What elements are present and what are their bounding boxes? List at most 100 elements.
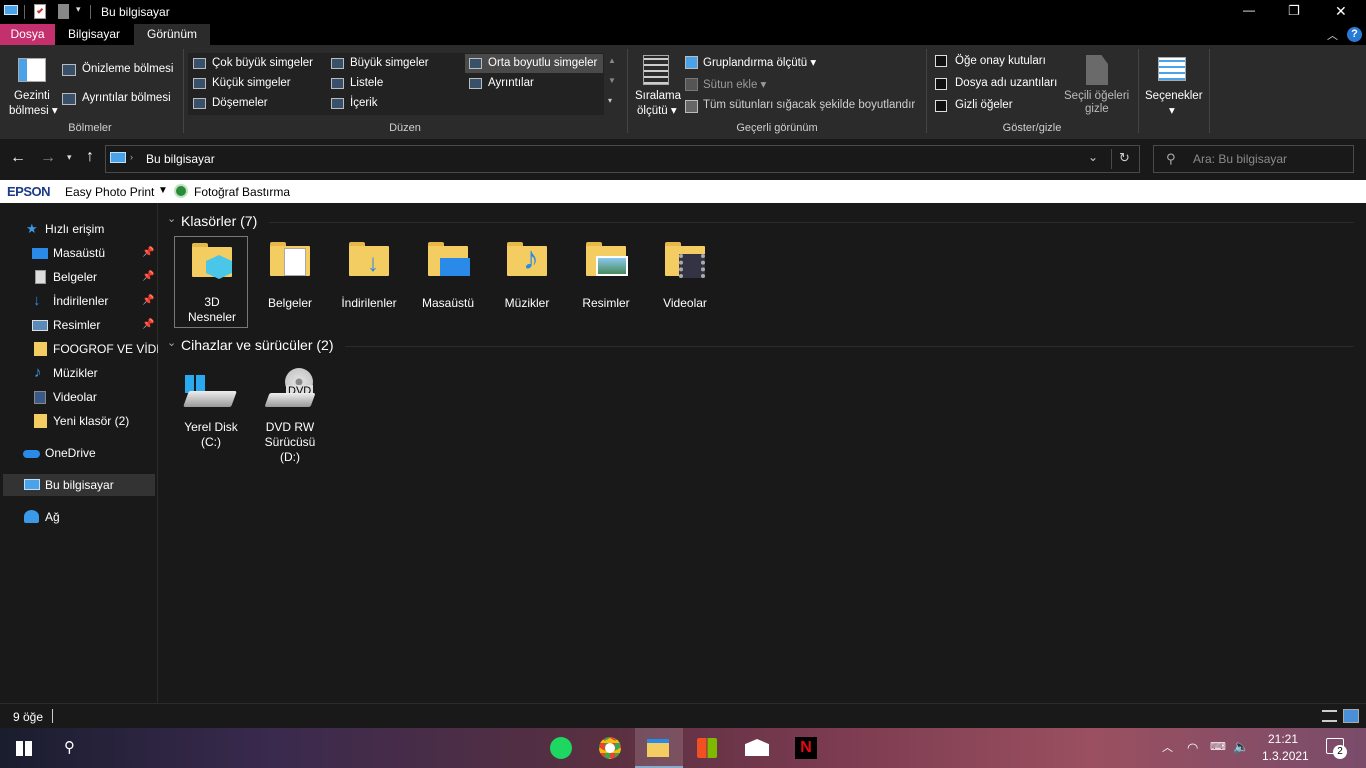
- nav-item-videos[interactable]: Videolar: [0, 386, 158, 408]
- windows-start-icon[interactable]: [16, 741, 32, 756]
- collapse-ribbon-icon[interactable]: ︿: [1327, 27, 1338, 43]
- details-pane-button[interactable]: Ayrıntılar bölmesi: [82, 92, 171, 104]
- help-icon[interactable]: ?: [1347, 27, 1362, 42]
- volume-icon[interactable]: 🔈: [1233, 739, 1249, 755]
- folder-pictures[interactable]: Resimler: [569, 236, 643, 314]
- navigation-pane-button[interactable]: Gezinti bölmesi ▾: [6, 55, 58, 119]
- tab-view[interactable]: Görünüm: [134, 24, 210, 45]
- item-checkboxes-label[interactable]: Öğe onay kutuları: [955, 55, 1046, 67]
- folder-downloads[interactable]: ↓ İndirilenler: [332, 236, 406, 314]
- address-dropdown-icon[interactable]: ⌄: [1088, 150, 1098, 164]
- hide-selected-button[interactable]: Seçili öğeleri gizle: [1062, 53, 1132, 119]
- devices-section-header[interactable]: Cihazlar ve sürücüler (2): [181, 337, 334, 353]
- layout-large-icons[interactable]: Büyük simgeler: [350, 57, 429, 69]
- gallery-scroll-down-icon[interactable]: ▼: [608, 76, 616, 85]
- clock-date[interactable]: 1.3.2021: [1262, 749, 1309, 763]
- group-by-button[interactable]: Gruplandırma ölçütü ▾: [703, 55, 816, 69]
- tab-file[interactable]: Dosya: [0, 24, 55, 45]
- layout-tiles[interactable]: Döşemeler: [212, 97, 268, 109]
- drive-dvd-rw-d[interactable]: DVD DVD RW Sürücüsü (D:): [253, 365, 327, 467]
- nav-quick-access[interactable]: ★ Hızlı erişim: [0, 218, 158, 240]
- show-hidden-icons-icon[interactable]: ︿: [1162, 739, 1173, 755]
- microsoft-store-icon[interactable]: [697, 738, 717, 758]
- wifi-icon[interactable]: ◠: [1187, 740, 1198, 756]
- pictures-icon: [32, 320, 48, 331]
- tab-computer[interactable]: Bilgisayar: [58, 24, 130, 45]
- new-folder-icon[interactable]: [58, 4, 69, 19]
- properties-icon[interactable]: [34, 4, 46, 19]
- drive-label: Yerel Disk: [184, 420, 238, 434]
- layout-list[interactable]: Listele: [350, 77, 383, 89]
- nav-item-pictures[interactable]: Resimler 📌: [0, 314, 158, 336]
- folder-videos[interactable]: Videolar: [648, 236, 722, 314]
- clock-time[interactable]: 21:21: [1268, 732, 1298, 746]
- search-icon[interactable]: ⚲: [64, 738, 75, 756]
- hidden-items-label[interactable]: Gizli öğeler: [955, 99, 1013, 111]
- layout-small-icons[interactable]: Küçük simgeler: [212, 77, 291, 89]
- file-extensions-label[interactable]: Dosya adı uzantıları: [955, 77, 1057, 89]
- minimize-button[interactable]: —: [1243, 3, 1255, 17]
- sort-by-button[interactable]: Sıralama ölçütü ▾: [633, 53, 681, 119]
- gallery-scroll-up-icon[interactable]: ▲: [608, 56, 616, 65]
- options-button[interactable]: Seçenekler ▾: [1142, 53, 1204, 119]
- nav-item-foograf-folder[interactable]: FOOGROF VE VİDEO: [0, 338, 158, 360]
- layout-medium-icons[interactable]: Orta boyutlu simgeler: [488, 57, 597, 69]
- nav-network[interactable]: Ağ: [0, 506, 158, 528]
- nav-network-label: Ağ: [45, 510, 60, 524]
- close-button[interactable]: ✕: [1335, 3, 1347, 20]
- photo-print-button[interactable]: Fotoğraf Bastırma: [194, 185, 290, 199]
- nav-item-new-folder-2[interactable]: Yeni klasör (2): [0, 410, 158, 432]
- up-arrow-icon[interactable]: ↑: [86, 148, 94, 166]
- layout-details[interactable]: Ayrıntılar: [488, 77, 534, 89]
- nav-item-documents[interactable]: Belgeler 📌: [0, 266, 158, 288]
- nav-item-desktop[interactable]: Masaüstü 📌: [0, 242, 158, 264]
- current-view-group-label: Geçerli görünüm: [736, 122, 818, 134]
- netflix-icon[interactable]: N: [795, 737, 817, 759]
- search-input[interactable]: Ara: Bu bilgisayar: [1193, 152, 1287, 166]
- spotify-icon[interactable]: [550, 737, 572, 759]
- forward-arrow-icon[interactable]: →: [40, 149, 56, 167]
- nav-item-downloads[interactable]: ↓ İndirilenler 📌: [0, 290, 158, 312]
- easy-photo-print-button[interactable]: Easy Photo Print: [65, 185, 154, 199]
- hidden-items-checkbox[interactable]: [935, 100, 947, 112]
- folder-label: Nesneler: [187, 310, 237, 324]
- address-bar[interactable]: › Bu bilgisayar ⌄ ↻: [105, 145, 1140, 173]
- search-box[interactable]: ⚲ Ara: Bu bilgisayar: [1153, 145, 1354, 173]
- add-column-button[interactable]: Sütun ekle ▾: [703, 77, 766, 91]
- folder-documents[interactable]: Belgeler: [253, 236, 327, 314]
- folder-music[interactable]: ♪ Müzikler: [490, 236, 564, 314]
- collapse-devices-icon[interactable]: ⌄: [167, 336, 176, 349]
- chrome-icon[interactable]: [599, 737, 621, 759]
- customize-quick-access-icon[interactable]: ▾: [76, 4, 81, 15]
- maximize-button[interactable]: ❐: [1288, 3, 1300, 19]
- fit-columns-button[interactable]: Tüm sütunları sığacak şekilde boyutlandı…: [703, 99, 915, 111]
- folder-desktop[interactable]: Masaüstü: [411, 236, 485, 314]
- refresh-icon[interactable]: ↻: [1119, 150, 1130, 166]
- recent-locations-icon[interactable]: ▾: [67, 152, 72, 163]
- preview-pane-icon: [62, 64, 76, 76]
- large-icons-view-icon[interactable]: [1343, 709, 1359, 723]
- layout-extra-large-icons[interactable]: Çok büyük simgeler: [212, 57, 313, 69]
- collapse-folders-icon[interactable]: ⌄: [167, 212, 176, 225]
- language-icon[interactable]: ⌨: [1210, 740, 1226, 753]
- nav-onedrive[interactable]: OneDrive: [0, 442, 158, 464]
- notification-count-badge: 2: [1333, 745, 1347, 759]
- easy-photo-print-dropdown-icon[interactable]: ▼: [158, 185, 168, 196]
- nav-item-music[interactable]: ♪ Müzikler: [0, 362, 158, 384]
- epson-toolbar: EPSON Easy Photo Print ▼ Fotoğraf Bastır…: [0, 180, 1366, 203]
- folders-section-header[interactable]: Klasörler (7): [181, 213, 257, 229]
- layout-content[interactable]: İçerik: [350, 97, 377, 109]
- details-view-icon[interactable]: [1322, 710, 1337, 722]
- mail-icon[interactable]: [745, 739, 769, 756]
- item-checkboxes-checkbox[interactable]: [935, 55, 947, 67]
- pin-icon: 📌: [142, 271, 155, 282]
- sort-by-label1: Sıralama: [635, 90, 682, 102]
- nav-this-pc[interactable]: Bu bilgisayar: [3, 474, 155, 496]
- preview-pane-button[interactable]: Önizleme bölmesi: [82, 63, 173, 75]
- back-arrow-icon[interactable]: ←: [10, 149, 26, 167]
- folder-3d-objects[interactable]: 3D Nesneler: [174, 236, 248, 328]
- address-path[interactable]: Bu bilgisayar: [146, 152, 215, 166]
- gallery-more-icon[interactable]: ▾: [608, 96, 612, 105]
- file-extensions-checkbox[interactable]: [935, 78, 947, 90]
- drive-local-disk-c[interactable]: Yerel Disk (C:): [174, 365, 248, 449]
